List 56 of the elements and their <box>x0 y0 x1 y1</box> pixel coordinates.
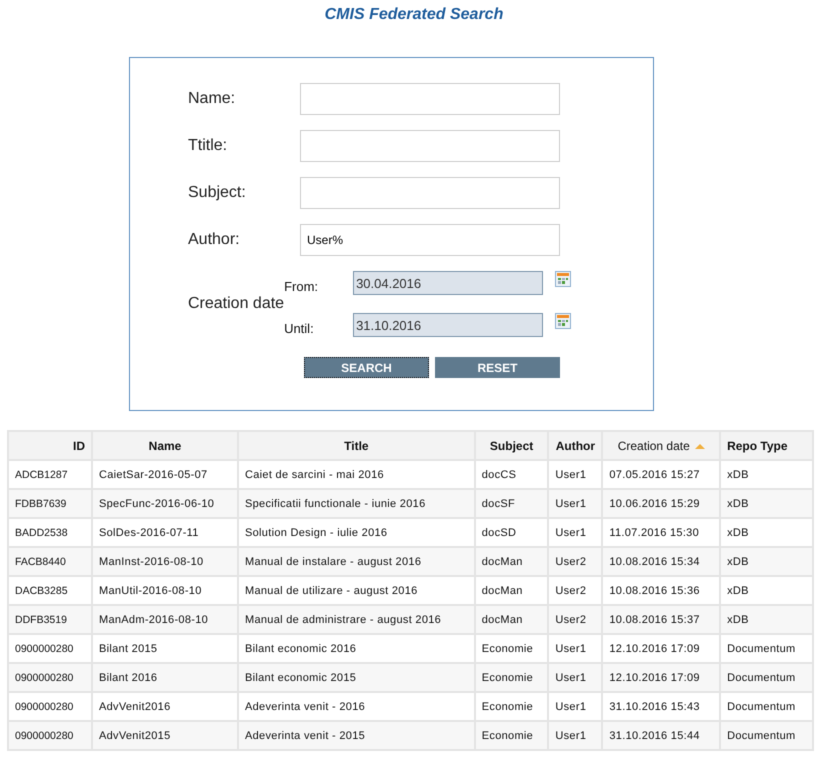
table-cell: Adeverinta venit - 2015 <box>238 721 475 750</box>
table-cell: User2 <box>548 547 602 576</box>
table-cell: xDB <box>720 489 813 518</box>
table-cell: 10.08.2016 15:37 <box>602 605 720 634</box>
table-cell: 0900000280 <box>8 721 92 750</box>
field-label: Author: <box>188 231 241 249</box>
table-cell: DDFB3519 <box>8 605 92 634</box>
search-button[interactable]: SEARCH <box>304 357 429 378</box>
table-cell: Specificatii functionale - iunie 2016 <box>238 489 475 518</box>
date-label: Until: <box>284 320 315 336</box>
input-field[interactable] <box>300 130 560 162</box>
table-cell: Economie <box>474 721 548 750</box>
table-cell: AdvVenit2015 <box>92 721 238 750</box>
table-cell: FDBB7639 <box>8 489 92 518</box>
column-header[interactable]: Name <box>148 438 182 452</box>
table-cell: Documentum <box>720 721 813 750</box>
table-cell: docMan <box>474 605 548 634</box>
table-cell: Bilant economic 2015 <box>238 663 475 692</box>
page-title: CMIS Federated Search <box>324 5 504 25</box>
date-field[interactable]: 30.04.2016 <box>353 271 544 295</box>
date-label: From: <box>284 278 320 294</box>
table-cell: 12.10.2016 17:09 <box>602 663 720 692</box>
table-cell: 10.08.2016 15:34 <box>602 547 720 576</box>
table-cell: ManInst-2016-08-10 <box>92 547 238 576</box>
table-cell: xDB <box>720 547 813 576</box>
table-cell: Manual de administrare - august 2016 <box>238 605 475 634</box>
table-cell: xDB <box>720 605 813 634</box>
field-label: Name: <box>188 90 236 108</box>
date-field[interactable]: 31.10.2016 <box>353 313 544 337</box>
table-cell: FACB8440 <box>8 547 92 576</box>
table-cell: User1 <box>548 663 602 692</box>
table-cell: User1 <box>548 489 602 518</box>
input-field[interactable] <box>300 177 560 209</box>
table-cell: User1 <box>548 721 602 750</box>
table-cell: SpecFunc-2016-06-10 <box>92 489 238 518</box>
field-label: Ttitle: <box>188 137 228 155</box>
table-cell: 10.06.2016 15:29 <box>602 489 720 518</box>
table-cell: User2 <box>548 605 602 634</box>
field-label: Creation date <box>188 295 284 313</box>
table-cell: Documentum <box>720 663 813 692</box>
calendar-icon[interactable] <box>555 271 572 287</box>
input-field[interactable]: User% <box>300 224 560 256</box>
table-cell: docMan <box>474 547 548 576</box>
table-cell: Economie <box>474 663 548 692</box>
table-cell: docSF <box>474 489 548 518</box>
table-cell: ManAdm-2016-08-10 <box>92 605 238 634</box>
table-cell: 0900000280 <box>8 663 92 692</box>
reset-button[interactable]: RESET <box>435 357 560 378</box>
input-field[interactable] <box>300 83 560 115</box>
table-cell: Bilant 2016 <box>92 663 238 692</box>
calendar-icon[interactable] <box>555 313 572 329</box>
table-cell: Manual de instalare - august 2016 <box>238 547 475 576</box>
column-header[interactable]: Title <box>344 438 369 452</box>
field-label: Subject: <box>188 184 247 202</box>
table-cell: 31.10.2016 15:44 <box>602 721 720 750</box>
column-header[interactable]: ID <box>73 438 85 452</box>
